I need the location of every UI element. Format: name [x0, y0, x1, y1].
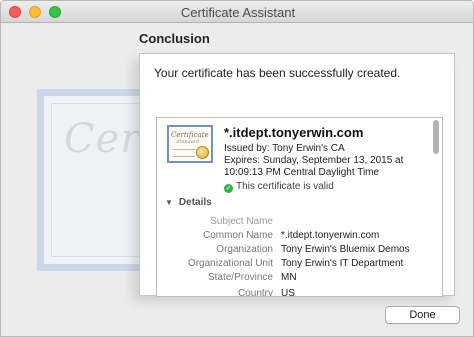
success-message: Your certificate has been successfully c…: [154, 66, 401, 80]
certificate-icon-lines: [173, 149, 195, 157]
scrollbar-thumb[interactable]: [433, 120, 439, 154]
title-bar: Certificate Assistant: [1, 1, 473, 23]
detail-label: Subject Name: [210, 216, 273, 227]
disclosure-triangle-icon[interactable]: ▼: [165, 198, 173, 207]
details-disclosure[interactable]: ▼ Details: [165, 197, 212, 208]
detail-value: *.itdept.tonyerwin.com: [281, 230, 380, 241]
certificate-details-view[interactable]: Certificate Standard *.itdept.tonyerwin.…: [156, 117, 443, 297]
vertical-scrollbar[interactable]: [433, 120, 440, 296]
detail-label: Common Name: [202, 230, 273, 241]
detail-label: Organizational Unit: [187, 258, 273, 269]
page-title: Conclusion: [139, 31, 210, 46]
detail-label: State/Province: [207, 272, 273, 283]
detail-value: US: [281, 288, 295, 297]
validity-text: This certificate is valid: [236, 181, 334, 192]
detail-value: Tony Erwin's Bluemix Demos: [281, 244, 410, 255]
validity-status: ✓ This certificate is valid: [224, 181, 334, 193]
done-button[interactable]: Done: [385, 306, 460, 324]
certificate-expiration: Expires: Sunday, September 13, 2015 at 1…: [224, 155, 404, 178]
check-icon: ✓: [224, 184, 233, 193]
content-panel: Your certificate has been successfully c…: [139, 53, 455, 297]
certificate-icon-subtitle: Standard: [176, 139, 200, 145]
seal-icon: [196, 146, 209, 159]
detail-value: MN: [281, 272, 297, 283]
detail-label: Country: [237, 288, 273, 297]
details-label: Details: [178, 197, 212, 208]
certificate-icon: Certificate Standard: [167, 125, 213, 163]
detail-value: Tony Erwin's IT Department: [281, 258, 404, 269]
certificate-issuer: Issued by: Tony Erwin's CA: [224, 143, 345, 154]
detail-label: Organization: [216, 244, 273, 255]
certificate-common-name: *.itdept.tonyerwin.com: [224, 125, 364, 140]
window-title: Certificate Assistant: [180, 5, 296, 20]
certificate-icon-title: Certificate: [171, 131, 209, 139]
certificate-assistant-window: Certificate Assistant Certif Conclusion …: [0, 0, 474, 337]
